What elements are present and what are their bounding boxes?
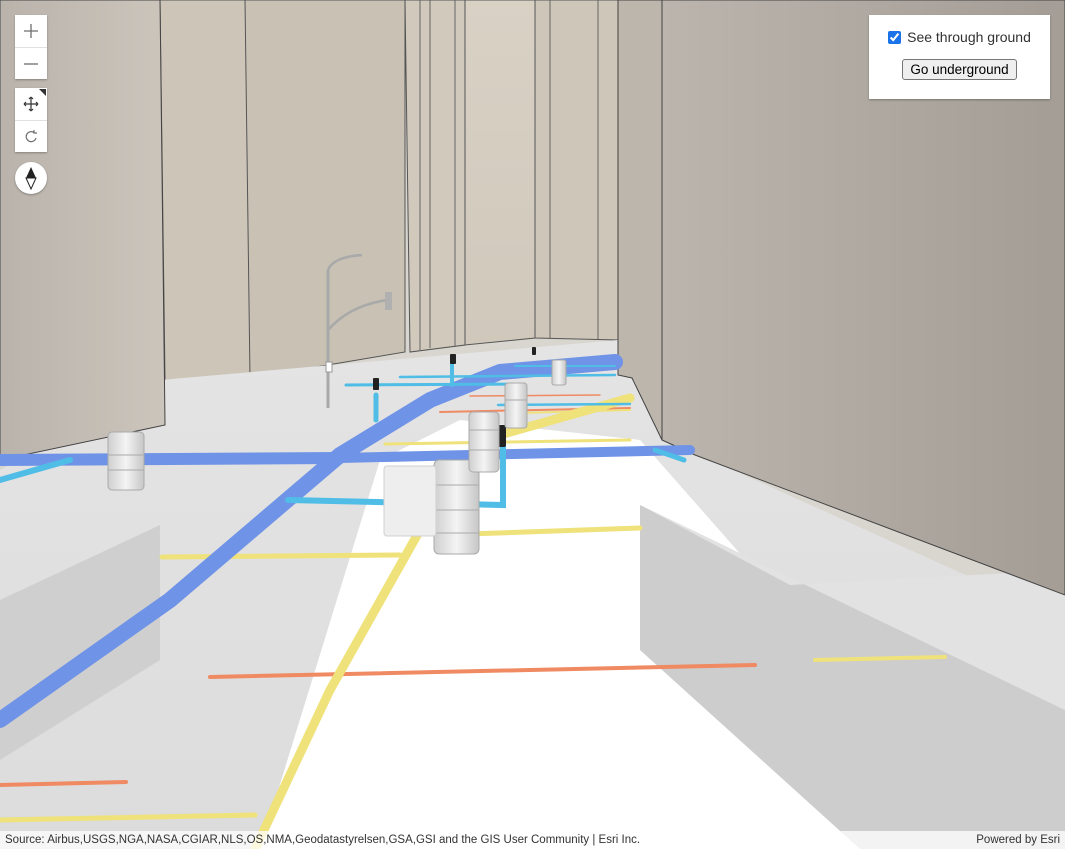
zoom-controls (15, 15, 47, 79)
move-arrows-icon (23, 96, 39, 112)
see-through-row[interactable]: See through ground (869, 29, 1050, 45)
compass-icon (25, 167, 37, 190)
far-buildings (159, 0, 619, 381)
active-indicator (39, 89, 46, 96)
attribution-bar: Source: Airbus,USGS,NGA,NASA,CGIAR,NLS,O… (0, 831, 1065, 849)
see-through-label: See through ground (907, 29, 1031, 45)
rotate-button[interactable] (15, 120, 47, 152)
plus-icon (24, 24, 38, 38)
powered-by-esri[interactable]: Powered by Esri (976, 834, 1060, 846)
underground-panel: See through ground Go underground (869, 15, 1050, 99)
see-through-checkbox[interactable] (888, 30, 902, 44)
zoom-out-button[interactable] (15, 47, 47, 79)
rotate-icon (25, 129, 37, 142)
3d-scene-view[interactable] (0, 0, 1065, 849)
minus-icon (24, 62, 38, 65)
attribution-source[interactable]: Source: Airbus,USGS,NGA,NASA,CGIAR,NLS,O… (5, 834, 640, 846)
right-building-mid (617, 0, 663, 441)
pan-button[interactable] (15, 88, 47, 120)
compass-button[interactable] (15, 162, 47, 194)
go-underground-button[interactable]: Go underground (902, 59, 1017, 80)
zoom-in-button[interactable] (15, 15, 47, 47)
navigation-toggle (15, 88, 47, 152)
